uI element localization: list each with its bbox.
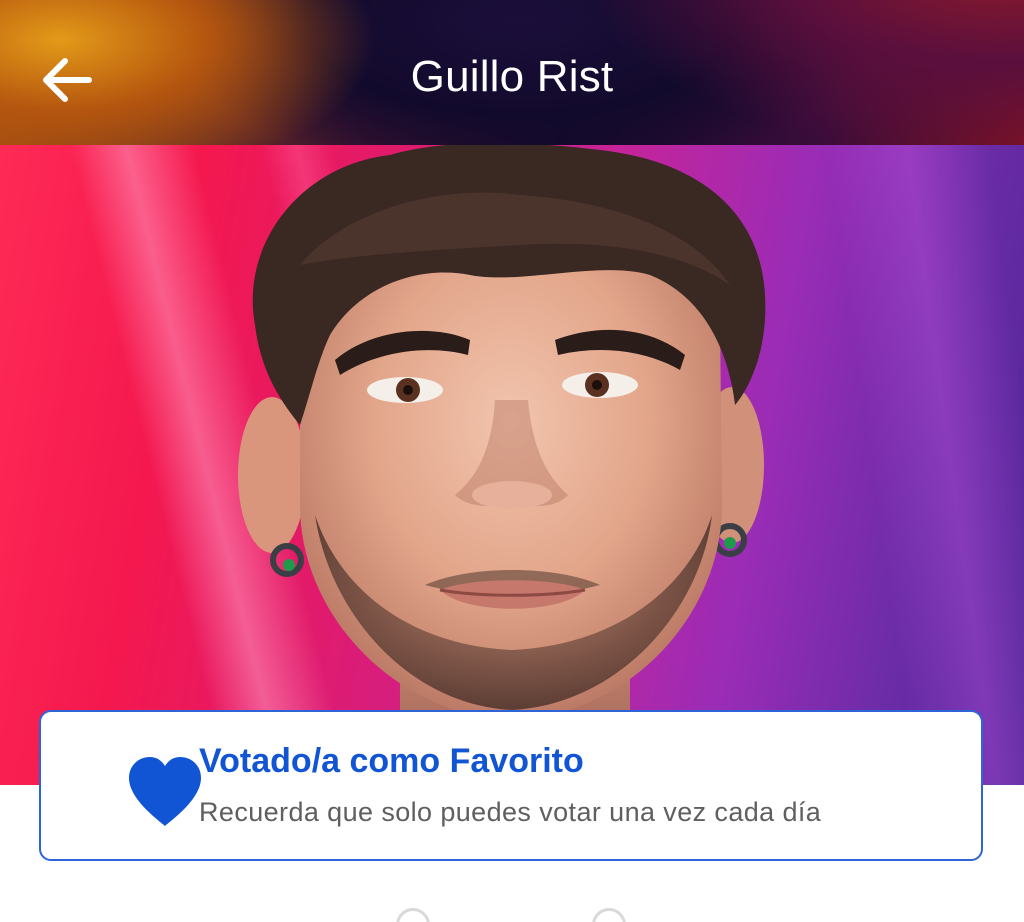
vote-confirmation-card: Votado/a como Favorito Recuerda que solo…	[39, 710, 983, 861]
page-title: Guillo Rist	[410, 52, 614, 101]
partial-control-left	[396, 908, 430, 922]
app-bar: Guillo Rist	[0, 0, 1024, 145]
contestant-photo	[0, 145, 1024, 785]
vote-status-title: Votado/a como Favorito	[199, 742, 584, 780]
left-ear	[238, 397, 306, 553]
contestant-screen: Guillo Rist Votado/a como Favorito Recue…	[0, 0, 1024, 922]
portrait-illustration	[238, 145, 780, 785]
vote-reminder-text: Recuerda que solo puedes votar una vez c…	[199, 797, 822, 827]
partial-control-right	[592, 908, 626, 922]
heart-icon	[129, 757, 201, 826]
